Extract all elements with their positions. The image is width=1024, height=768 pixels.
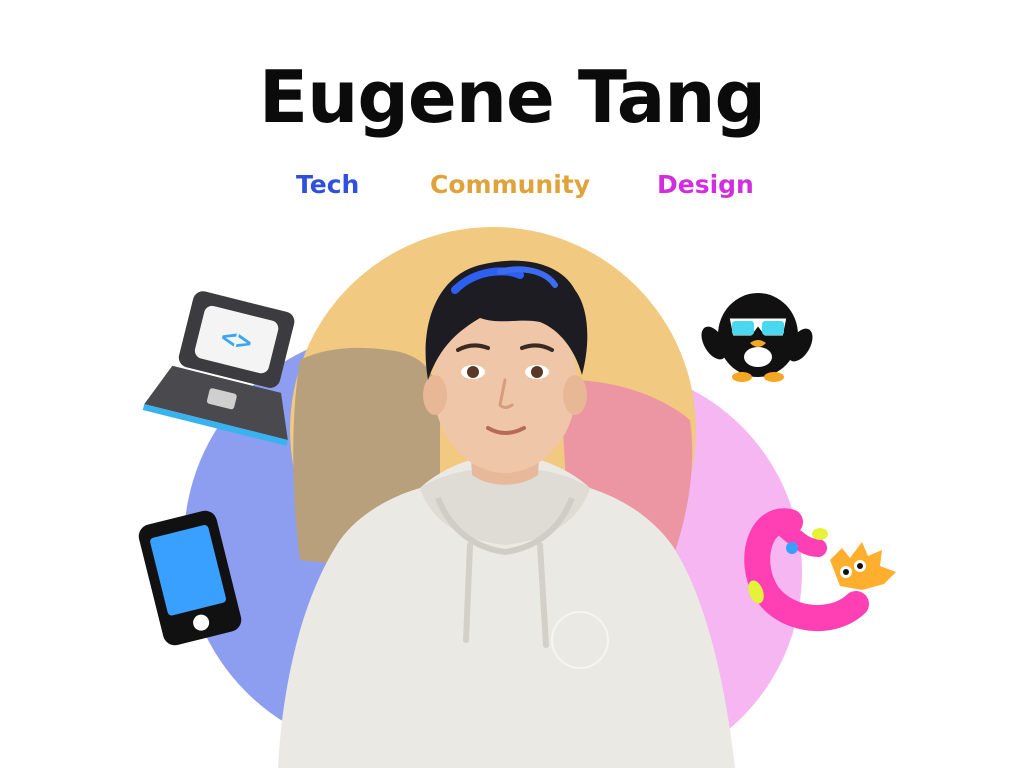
tag-tech: Tech [296,170,360,199]
page-title: Eugene Tang [258,55,766,139]
squiggle-character-icon [744,508,896,631]
tag-community: Community [430,170,591,199]
tag-design: Design [657,170,754,199]
penguin-sunglasses-icon [701,293,813,382]
profile-page: <> Eugene Tang Tech Community Design [0,0,1024,768]
